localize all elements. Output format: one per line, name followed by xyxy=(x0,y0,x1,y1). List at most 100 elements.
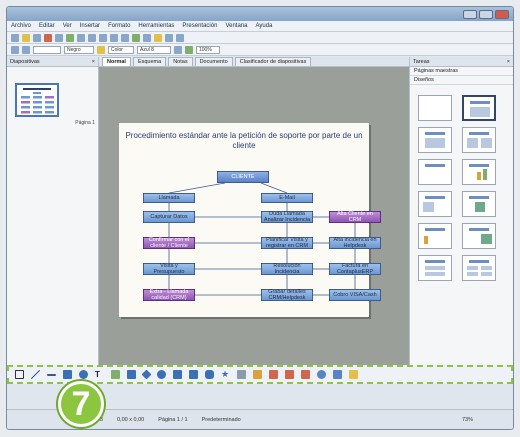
box-confirmar[interactable]: Confirmar con el cliente / Cliente xyxy=(143,237,195,249)
box-captura[interactable]: Capturar Datos xyxy=(143,211,195,223)
select-arrow-icon[interactable] xyxy=(15,370,24,379)
box-grabar[interactable]: Grabar detalles CRM/Helpdesk xyxy=(261,289,313,301)
zoom-select[interactable]: 100% xyxy=(196,45,220,54)
box-resolucion[interactable]: Resolución Incidencia xyxy=(261,263,313,275)
layout-content-left[interactable] xyxy=(418,191,452,217)
slide-thumbnail[interactable] xyxy=(15,83,59,117)
connector-tool-icon[interactable] xyxy=(127,370,136,379)
layout-image[interactable] xyxy=(462,191,496,217)
position-icon[interactable] xyxy=(185,45,193,54)
box-factura[interactable]: Factura en ContaplusERP xyxy=(329,263,381,275)
fill-color-select[interactable]: Azul 8 xyxy=(137,45,171,54)
tab-notes[interactable]: Notas xyxy=(168,57,193,66)
layout-four-content[interactable] xyxy=(462,255,496,281)
close-button[interactable] xyxy=(495,9,509,19)
menu-tools[interactable]: Herramientas xyxy=(138,23,174,29)
slide[interactable]: Procedimiento estándar ante la petición … xyxy=(119,123,381,317)
layout-chart-left[interactable] xyxy=(418,223,452,249)
copy-icon[interactable] xyxy=(88,33,96,42)
undo-icon[interactable] xyxy=(110,33,118,42)
tab-handout[interactable]: Documento xyxy=(194,57,233,66)
save-icon[interactable] xyxy=(33,33,41,42)
box-cliente[interactable]: CLIENTE xyxy=(217,171,269,183)
gallery-icon[interactable] xyxy=(154,33,162,42)
layout-chart[interactable] xyxy=(462,159,496,185)
flowchart-icon[interactable] xyxy=(189,370,198,379)
shadow-icon[interactable] xyxy=(174,45,182,54)
line-tool-icon[interactable] xyxy=(31,370,40,379)
line-color-select[interactable]: Negro xyxy=(64,45,94,54)
layout-title-two-content[interactable] xyxy=(462,127,496,153)
master-pages-section[interactable]: Páginas maestras xyxy=(410,67,513,76)
cut-icon[interactable] xyxy=(77,33,85,42)
box-llamada[interactable]: Llamada xyxy=(143,193,195,203)
box-duda[interactable]: Duda Llamada Analizar Incidencia xyxy=(261,211,313,223)
box-alta-incidencia[interactable]: Alta incidencia en Helpdesk xyxy=(329,237,381,249)
close-pane-icon[interactable]: × xyxy=(507,59,510,65)
tab-normal[interactable]: Normal xyxy=(102,57,131,66)
menu-view[interactable]: Ver xyxy=(63,23,72,29)
menu-format[interactable]: Formato xyxy=(108,23,130,29)
menu-edit[interactable]: Editar xyxy=(39,23,55,29)
close-pane-icon[interactable]: × xyxy=(92,59,95,65)
chart-icon[interactable] xyxy=(132,33,140,42)
tab-outline[interactable]: Esquema xyxy=(132,57,167,66)
print-icon[interactable] xyxy=(55,33,63,42)
callouts-icon[interactable] xyxy=(205,370,214,379)
box-alta-cliente[interactable]: Alta Cliente en CRM xyxy=(329,211,381,223)
layout-title-only[interactable] xyxy=(418,159,452,185)
redo-icon[interactable] xyxy=(121,33,129,42)
box-planificar[interactable]: Planificar Visita y registrar en CRM xyxy=(261,237,313,249)
line-style-icon[interactable] xyxy=(22,45,30,54)
extrusion-icon[interactable] xyxy=(301,370,310,379)
layout-blank[interactable] xyxy=(418,95,452,121)
gallery-icon[interactable] xyxy=(285,370,294,379)
symbol-shapes-icon[interactable] xyxy=(157,370,166,379)
paste-icon[interactable] xyxy=(99,33,107,42)
export-pdf-icon[interactable] xyxy=(44,33,52,42)
maximize-button[interactable] xyxy=(479,9,493,19)
menu-file[interactable]: Archivo xyxy=(11,23,31,29)
zoom-level[interactable]: 73% xyxy=(462,417,473,423)
menu-window[interactable]: Ventana xyxy=(225,23,247,29)
arrange-icon[interactable] xyxy=(349,370,358,379)
box-extra[interactable]: Extra - Llamada calidad (CRM) xyxy=(143,289,195,301)
box-email[interactable]: E-Mail xyxy=(261,193,313,203)
basic-shapes-icon[interactable] xyxy=(141,369,152,380)
area-fill-icon[interactable] xyxy=(97,45,105,54)
new-document-icon[interactable] xyxy=(11,33,19,42)
spellcheck-icon[interactable] xyxy=(66,33,74,42)
arrow-line-icon[interactable] xyxy=(47,373,56,376)
layout-title-text[interactable] xyxy=(418,127,452,153)
alignment-icon[interactable] xyxy=(333,370,342,379)
menu-insert[interactable]: Insertar xyxy=(80,23,100,29)
navigator-icon[interactable] xyxy=(165,33,173,42)
table-icon[interactable] xyxy=(143,33,151,42)
tab-slide-sorter[interactable]: Clasificador de diapositivas xyxy=(234,57,312,66)
layouts-section[interactable]: Diseños xyxy=(410,76,513,85)
box-cobro[interactable]: Cobro VISA/Cash xyxy=(329,289,381,301)
from-file-icon[interactable] xyxy=(269,370,278,379)
stars-icon[interactable]: ★ xyxy=(221,370,230,379)
layout-title-content[interactable] xyxy=(462,95,496,121)
slide-canvas[interactable]: Procedimiento estándar ante la petición … xyxy=(99,67,409,365)
menu-help[interactable]: Ayuda xyxy=(255,23,272,29)
block-arrows-icon[interactable] xyxy=(173,370,182,379)
box-visita[interactable]: Visita y Presupuesto xyxy=(143,263,195,275)
help-icon[interactable] xyxy=(176,33,184,42)
curve-tool-icon[interactable] xyxy=(111,370,120,379)
layout-two-rows[interactable] xyxy=(418,255,452,281)
glue-points-icon[interactable] xyxy=(317,370,326,379)
fontwork-icon[interactable] xyxy=(253,370,262,379)
text-tool-icon[interactable]: T xyxy=(95,370,104,379)
line-width-field[interactable] xyxy=(33,45,61,54)
arrow-style-icon[interactable] xyxy=(11,45,19,54)
points-icon[interactable] xyxy=(237,370,246,379)
menu-slideshow[interactable]: Presentación xyxy=(182,23,217,29)
minimize-button[interactable] xyxy=(463,9,477,19)
open-folder-icon[interactable] xyxy=(22,33,30,42)
layout-image-right[interactable] xyxy=(462,223,496,249)
rectangle-tool-icon[interactable] xyxy=(63,370,72,379)
ellipse-tool-icon[interactable] xyxy=(79,370,88,379)
area-style-select[interactable]: Color xyxy=(108,45,134,54)
